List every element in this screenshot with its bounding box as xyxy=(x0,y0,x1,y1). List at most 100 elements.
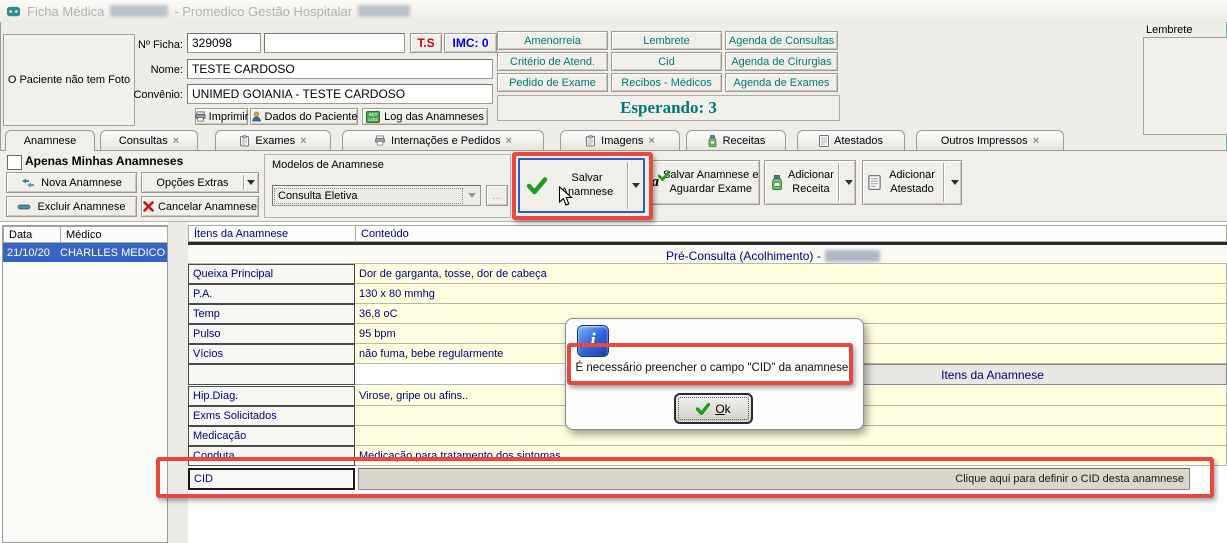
ts-badge[interactable]: T.S xyxy=(410,33,442,53)
row-value[interactable]: Dor de garganta, tosse, dor de cabeça xyxy=(355,264,1227,284)
modelos-combobox[interactable]: Consulta Eletiva xyxy=(272,185,481,206)
modelos-more-button[interactable]: ... xyxy=(486,185,508,206)
adicionar-atestado-label: AdicionarAtestado xyxy=(885,169,939,197)
quick-cid-button[interactable]: Cid xyxy=(611,52,722,71)
document-icon xyxy=(819,135,829,147)
quick-criterio-button[interactable]: Critério de Atend. xyxy=(497,52,608,71)
medicine-bottle-icon xyxy=(770,174,784,191)
quick-agenda-cirurgias-button[interactable]: Agenda de Cirurgias xyxy=(725,52,838,71)
tab-label: Anamnese xyxy=(24,135,77,147)
app-icon xyxy=(6,4,21,19)
tab-outros-impressos[interactable]: Outros Impressos× xyxy=(916,130,1064,150)
quick-lembrete-button[interactable]: Lembrete xyxy=(611,31,722,50)
ficha-medica-window: Ficha Médica - Promedico Gestão Hospital… xyxy=(0,0,1227,543)
nome-label: Nome: xyxy=(136,64,183,76)
anamnese-header-conteudo[interactable]: Conteúdo xyxy=(355,225,1227,242)
tab-exames[interactable]: Exames × xyxy=(215,130,331,150)
tab-receitas[interactable]: Receitas xyxy=(686,130,786,150)
imprimir-button[interactable]: Imprimir xyxy=(195,108,248,125)
tab-atestados[interactable]: Atestados xyxy=(797,130,905,150)
chevron-down-icon[interactable] xyxy=(843,180,855,185)
esperando-status: Esperando: 3 xyxy=(497,95,840,121)
tab-label: Exames xyxy=(255,135,295,147)
history-row-date: 21/10/20 xyxy=(3,247,60,259)
row-label: Exms Solicitados xyxy=(188,406,355,426)
close-icon[interactable]: × xyxy=(506,135,512,147)
anamnese-row-conduta: Conduta Medicação para tratamento dos si… xyxy=(188,446,1227,466)
row-label: Queixa Principal xyxy=(188,264,355,284)
row-label: Medicação xyxy=(188,426,355,446)
pre-consulta-row[interactable]: Pré-Consulta (Acolhimento) - xyxy=(188,242,1227,264)
tab-label: Consultas xyxy=(119,135,168,147)
salvar-anamnese-button[interactable]: SalvarAnamnese xyxy=(518,158,645,213)
ficha-secondary-input[interactable] xyxy=(264,33,405,53)
ok-button[interactable]: Ok xyxy=(674,393,753,424)
quick-recibos-button[interactable]: Recibos - Médicos xyxy=(611,73,722,92)
tab-imagens[interactable]: Imagens × xyxy=(560,130,680,150)
ficha-input[interactable] xyxy=(187,33,261,53)
ok-label: Ok xyxy=(715,402,730,416)
tab-label: Atestados xyxy=(834,135,883,147)
no-photo-text: O Paciente não tem Foto xyxy=(8,74,130,86)
tab-internacoes[interactable]: Internações e Pedidos× xyxy=(342,130,544,150)
apenas-minhas-label: Apenas Minhas Anamneses xyxy=(25,154,183,168)
history-header-medico[interactable]: Médico xyxy=(60,226,168,243)
splitter[interactable] xyxy=(168,222,188,543)
tab-label: Imagens xyxy=(601,135,643,147)
history-row-selected[interactable]: 21/10/20 CHARLLES MEDICO xyxy=(3,243,167,262)
chevron-down-icon[interactable] xyxy=(948,180,961,185)
close-icon[interactable]: × xyxy=(648,135,654,147)
quick-agenda-consultas-button[interactable]: Agenda de Consultas xyxy=(725,31,838,50)
log-anamneses-button[interactable]: ACTLOG Log das Anamneses xyxy=(362,108,488,125)
divider xyxy=(838,163,839,202)
imc-badge[interactable]: IMC: 0 xyxy=(444,33,497,53)
cid-row-label: CID xyxy=(188,468,355,490)
opcoes-extras-button[interactable]: Opções Extras xyxy=(141,172,259,193)
quick-pedido-exame-button[interactable]: Pedido de Exame xyxy=(497,73,608,92)
pre-consulta-title: Pré-Consulta (Acolhimento) - xyxy=(666,249,880,263)
close-icon[interactable]: × xyxy=(173,135,179,147)
quick-agenda-exames-button[interactable]: Agenda de Exames xyxy=(725,73,838,92)
divider xyxy=(943,163,944,202)
lembrete-label: Lembrete xyxy=(1146,24,1192,36)
chevron-down-icon[interactable] xyxy=(464,193,480,198)
excluir-anamnese-label: Excluir Anamnese xyxy=(37,201,125,213)
cancelar-anamnese-button[interactable]: Cancelar Anamnese xyxy=(141,196,259,217)
history-row-doctor: CHARLLES MEDICO xyxy=(60,247,165,259)
adicionar-atestado-button[interactable]: AdicionarAtestado xyxy=(862,160,962,205)
dados-do-paciente-button[interactable]: Dados do Paciente xyxy=(250,108,358,125)
minus-icon xyxy=(17,204,31,210)
row-value[interactable]: Medicação para tratamento dos sintomas. xyxy=(355,446,1227,466)
nova-anamnese-button[interactable]: Nova Anamnese xyxy=(6,172,137,193)
quick-amenorreia-button[interactable]: Amenorreia xyxy=(497,31,608,50)
excluir-anamnese-button[interactable]: Excluir Anamnese xyxy=(6,196,137,217)
clipboard-icon xyxy=(239,135,250,147)
chevron-down-icon[interactable] xyxy=(628,183,643,188)
mouse-cursor xyxy=(558,186,573,207)
adicionar-receita-button[interactable]: AdicionarReceita xyxy=(764,160,856,205)
close-icon[interactable]: × xyxy=(300,135,306,147)
row-value[interactable]: 130 x 80 mmhg xyxy=(355,284,1227,304)
cid-define-field[interactable]: Clique aqui para definir o CID desta ana… xyxy=(358,468,1190,490)
cid-warning-dialog: i É necessário preencher o campo "CID" d… xyxy=(565,318,864,430)
convenio-input[interactable] xyxy=(187,84,493,104)
anamnese-header-itens[interactable]: Ítens da Anamnese xyxy=(188,225,356,242)
printer-icon xyxy=(195,111,206,122)
cancelar-anamnese-label: Cancelar Anamnese xyxy=(158,201,257,213)
clipboard-icon xyxy=(585,135,596,147)
history-grid: Data Médico 21/10/20 CHARLLES MEDICO xyxy=(2,225,168,543)
salvar-aguardar-button[interactable]: a Salvar Anamnese eAguardar Exame xyxy=(650,160,760,205)
lembrete-box[interactable] xyxy=(1143,37,1227,135)
tab-consultas[interactable]: Consultas × xyxy=(100,130,198,150)
chevron-down-icon[interactable] xyxy=(244,180,258,185)
modelos-label: Modelos de Anamnese xyxy=(272,159,384,171)
history-header-data[interactable]: Data xyxy=(3,226,61,243)
row-label xyxy=(188,364,355,385)
nome-input[interactable] xyxy=(187,59,493,79)
convenio-label: Convênio: xyxy=(130,89,183,101)
patient-icon xyxy=(251,111,262,122)
tab-anamnese[interactable]: Anamnese xyxy=(5,130,95,151)
apenas-minhas-checkbox[interactable] xyxy=(7,155,22,170)
medicine-bottle-icon xyxy=(707,135,718,147)
close-icon[interactable]: × xyxy=(1033,135,1039,147)
